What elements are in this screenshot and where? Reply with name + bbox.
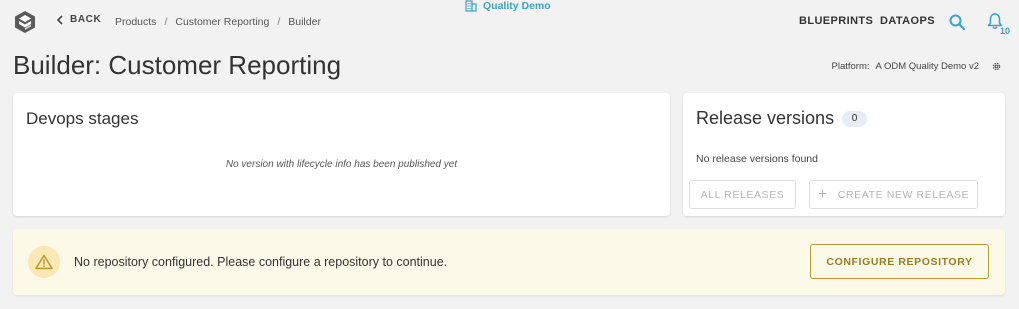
- all-releases-label: ALL RELEASES: [700, 188, 785, 201]
- search-icon[interactable]: [948, 13, 966, 31]
- all-releases-button[interactable]: ALL RELEASES: [689, 180, 796, 209]
- tenant-indicator[interactable]: Quality Demo: [465, 0, 551, 12]
- platform-value: A ODM Quality Demo v2: [875, 61, 979, 72]
- plus-icon: +: [817, 185, 828, 203]
- create-new-release-label: CREATE NEW RELEASE: [837, 188, 970, 201]
- release-versions-header: Release versions 0: [696, 108, 868, 129]
- notifications-button[interactable]: 10: [987, 12, 1013, 38]
- release-versions-card: Release versions 0 No release versions f…: [683, 93, 1005, 216]
- page-title: Builder: Customer Reporting: [13, 50, 342, 80]
- breadcrumb: Products / Customer Reporting / Builder: [115, 16, 321, 28]
- create-new-release-button[interactable]: + CREATE NEW RELEASE: [809, 180, 978, 209]
- warning-triangle-icon: [35, 254, 53, 270]
- devops-stages-title: Devops stages: [26, 109, 139, 128]
- warning-icon-container: [28, 246, 60, 278]
- configure-repository-button[interactable]: CONFIGURE REPOSITORY: [810, 244, 989, 279]
- notification-count: 10: [1000, 26, 1011, 36]
- breadcrumb-builder: Builder: [288, 16, 321, 28]
- warning-message: No repository configured. Please configu…: [74, 255, 448, 269]
- nav-dataops[interactable]: DATAOPS: [880, 15, 935, 27]
- building-icon: [465, 0, 477, 12]
- breadcrumb-customer-reporting[interactable]: Customer Reporting: [175, 16, 269, 28]
- tenant-name: Quality Demo: [483, 0, 551, 12]
- platform-label: Platform:: [831, 61, 870, 72]
- chevron-left-icon: [56, 14, 63, 25]
- breadcrumb-separator: /: [277, 16, 281, 28]
- release-count-badge: 0: [842, 110, 868, 127]
- breadcrumb-products[interactable]: Products: [115, 16, 156, 28]
- release-empty-message: No release versions found: [696, 153, 818, 165]
- release-versions-title: Release versions: [696, 108, 835, 128]
- nav-blueprints[interactable]: BLUEPRINTS: [799, 15, 873, 27]
- top-bar: BACK Products / Customer Reporting / Bui…: [0, 0, 1019, 44]
- back-label: BACK: [70, 14, 102, 25]
- devops-empty-message: No version with lifecycle info has been …: [225, 159, 458, 170]
- back-button[interactable]: BACK: [56, 14, 101, 25]
- platform-info: Platform: A ODM Quality Demo v2: [832, 61, 980, 72]
- configure-repository-label: CONFIGURE REPOSITORY: [826, 255, 973, 268]
- devops-stages-card: Devops stages No version with lifecycle …: [13, 93, 670, 216]
- gear-icon[interactable]: [991, 61, 1002, 72]
- breadcrumb-separator: /: [164, 16, 168, 28]
- repository-warning-banner: No repository configured. Please configu…: [13, 229, 1005, 295]
- app-logo-icon[interactable]: [13, 10, 37, 34]
